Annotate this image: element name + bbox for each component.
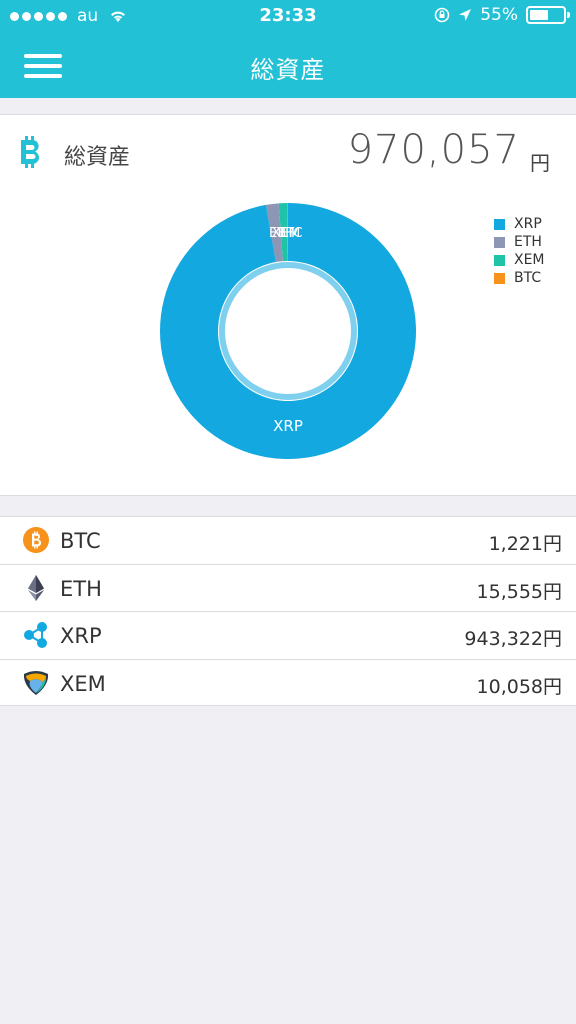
asset-row-btc[interactable]: BTC 1,221円 xyxy=(0,517,576,565)
status-right: 55% xyxy=(434,5,570,25)
btc-coin-icon xyxy=(23,527,49,553)
donut-slice-label-btc: BTC xyxy=(277,226,302,241)
orientation-lock-icon xyxy=(434,7,450,23)
chart-legend: XRP ETH XEM BTC xyxy=(494,215,545,287)
asset-row-xem[interactable]: XEM 10,058円 xyxy=(0,660,576,708)
nav-bar: 総資産 xyxy=(0,32,576,98)
asset-donut-chart: XRPETHXEMBTC xyxy=(159,203,417,459)
xem-nem-icon xyxy=(23,670,49,695)
asset-name: XRP xyxy=(60,624,102,648)
battery-icon xyxy=(526,6,570,24)
asset-name: XEM xyxy=(60,671,106,696)
legend-label: XEM xyxy=(514,252,545,268)
legend-item-btc: BTC xyxy=(494,269,545,287)
asset-row-xrp[interactable]: XRP 943,322円 xyxy=(0,612,576,660)
eth-diamond-icon xyxy=(28,574,44,601)
asset-list: BTC 1,221円 ETH 15,555円 XRP 943,322円 XEM … xyxy=(0,516,576,706)
asset-value: 1,221円 xyxy=(488,533,562,555)
battery-level xyxy=(530,10,548,20)
asset-value: 943,322円 xyxy=(464,628,562,650)
page-title: 総資産 xyxy=(250,56,326,84)
donut-inner-ring xyxy=(219,262,357,400)
summary-card: 総資産 970,057 円 XRP ETH XEM BTC XRP ETH XEM BTC xyxy=(0,114,576,496)
asset-name: ETH xyxy=(60,576,102,601)
location-arrow-icon xyxy=(459,9,472,21)
asset-value: 15,555円 xyxy=(476,580,562,603)
legend-swatch xyxy=(494,272,505,284)
legend-label: ETH xyxy=(514,234,542,250)
legend-item-xem: XEM xyxy=(494,251,545,269)
legend-label: XRP xyxy=(514,216,542,232)
battery-percent: 55% xyxy=(480,5,518,25)
status-bar: au 23:33 55% xyxy=(0,0,576,32)
xrp-ripple-icon xyxy=(24,622,47,648)
legend-item-eth: ETH xyxy=(494,233,545,251)
legend-swatch xyxy=(494,254,505,266)
legend-swatch xyxy=(494,236,505,248)
asset-value: 10,058円 xyxy=(476,675,562,698)
legend-item-xrp: XRP xyxy=(494,215,545,233)
donut-slice-label-xrp: XRP xyxy=(273,417,303,435)
asset-row-eth[interactable]: ETH 15,555円 xyxy=(0,565,576,612)
legend-label: BTC xyxy=(514,270,542,286)
asset-name: BTC xyxy=(60,529,101,553)
legend-swatch xyxy=(494,218,505,230)
